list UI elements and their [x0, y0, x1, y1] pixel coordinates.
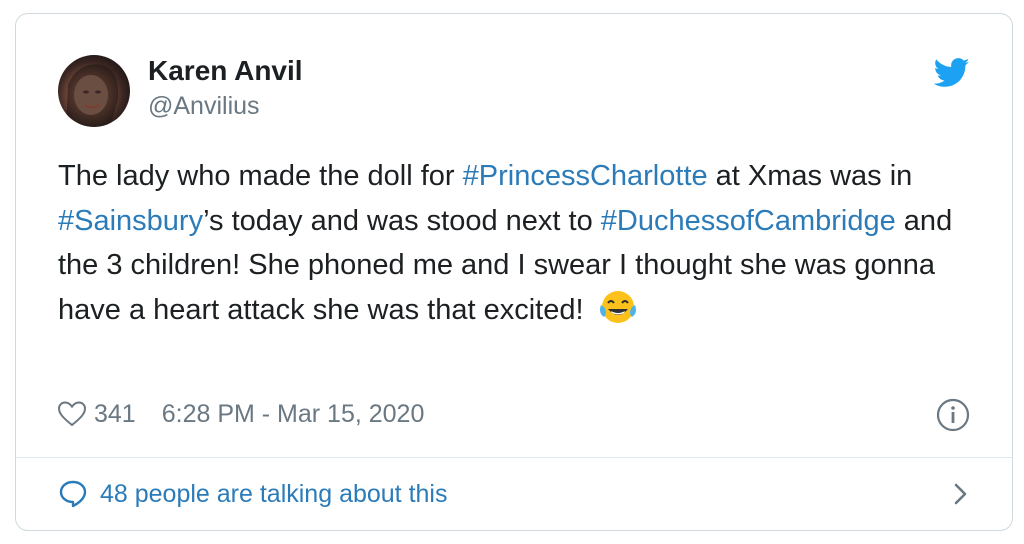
speech-bubble-icon: [59, 480, 87, 508]
tweet-text: The lady who made the doll for #Princess…: [58, 154, 988, 332]
hashtag-link-duchess-of-cambridge[interactable]: #DuchessofCambridge: [601, 205, 896, 237]
conversation-label[interactable]: 48 people are talking about this: [100, 480, 447, 509]
like-count[interactable]: 341: [94, 400, 136, 429]
author-display-name[interactable]: Karen Anvil: [148, 54, 303, 88]
tweet-text-segment: ’s today and was stood next to: [203, 204, 601, 237]
avatar-photo: [66, 64, 119, 127]
hashtag-link-sainsbury[interactable]: #Sainsbury: [58, 205, 203, 237]
chevron-right-icon[interactable]: [950, 480, 970, 508]
heart-icon[interactable]: [58, 401, 86, 427]
tweet-meta-row: 341 6:28 PM - Mar 15, 2020: [58, 394, 424, 434]
twitter-bird-icon[interactable]: [934, 58, 970, 88]
hashtag-link-princess-charlotte[interactable]: #PrincessCharlotte: [463, 160, 708, 192]
face-with-tears-of-joy-emoji-icon: [599, 290, 636, 323]
info-icon[interactable]: [936, 398, 970, 432]
tweet-timestamp[interactable]: 6:28 PM - Mar 15, 2020: [162, 400, 425, 429]
tweet-text-segment: The lady who made the doll for: [58, 160, 463, 192]
conversation-link[interactable]: 48 people are talking about this: [58, 474, 970, 514]
author-handle[interactable]: @Anvilius: [148, 90, 303, 122]
tweet-text-segment: at Xmas was in: [707, 160, 913, 192]
divider: [16, 457, 1012, 458]
avatar[interactable]: [58, 55, 130, 127]
embedded-tweet-card[interactable]: Karen Anvil @Anvilius The lady who made …: [15, 13, 1013, 531]
author-block[interactable]: Karen Anvil @Anvilius: [148, 54, 303, 122]
